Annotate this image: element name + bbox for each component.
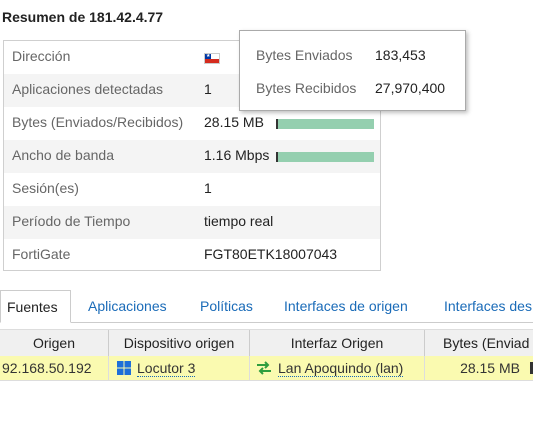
summary-row-bandwidth: Ancho de banda 1.16 Mbps — [4, 140, 380, 173]
summary-row-fortigate: FortiGate FGT80ETK18007043 — [4, 239, 380, 272]
table-row[interactable]: 92.168.50.192 Locutor 3 Lan Apoquindo (l… — [0, 356, 533, 381]
summary-row-sessions: Sesión(es) 1 — [4, 173, 380, 206]
bytes-received-label: Bytes Recibidos — [256, 80, 357, 96]
summary-label: Período de Tiempo — [12, 213, 131, 229]
summary-value: 1 — [204, 180, 212, 196]
windows-icon — [117, 361, 131, 375]
tab-politicas[interactable]: Políticas — [192, 290, 261, 322]
summary-label: FortiGate — [12, 246, 71, 262]
summary-row-bytes: Bytes (Enviados/Recibidos) 28.15 MB — [4, 107, 380, 140]
bytes-received-value: 27,970,400 — [375, 80, 446, 96]
tab-interfaces-destino[interactable]: Interfaces des — [436, 290, 533, 322]
summary-value: 1 — [204, 81, 212, 97]
summary-label: Aplicaciones detectadas — [12, 81, 163, 97]
table-header: Origen Dispositivo origen Interfaz Orige… — [0, 329, 533, 357]
chile-flag-icon: ★ — [204, 53, 220, 64]
cell-bytes: 28.15 MB — [460, 360, 520, 376]
summary-label: Ancho de banda — [12, 147, 114, 163]
column-header-interfaz[interactable]: Interfaz Origen — [250, 330, 425, 356]
column-header-bytes[interactable]: Bytes (Enviad — [425, 330, 533, 356]
summary-value: 28.15 MB — [204, 114, 264, 130]
summary-label: Dirección — [12, 48, 71, 64]
bytes-sent-label: Bytes Enviados — [256, 47, 353, 63]
page-title: Resumen de 181.42.4.77 — [2, 9, 164, 25]
tab-fuentes[interactable]: Fuentes — [0, 290, 71, 323]
cell-interfaz: Lan Apoquindo (lan) — [250, 356, 425, 380]
summary-row-period: Período de Tiempo tiempo real — [4, 206, 380, 239]
summary-label: Bytes (Enviados/Recibidos) — [12, 114, 184, 130]
interface-arrows-icon — [257, 361, 271, 375]
summary-label: Sesión(es) — [12, 180, 79, 196]
interface-link[interactable]: Lan Apoquindo (lan) — [278, 360, 404, 377]
column-header-origen[interactable]: Origen — [0, 330, 109, 356]
summary-value: FGT80ETK18007043 — [204, 246, 338, 262]
tab-interfaces-origen[interactable]: Interfaces de origen — [276, 290, 416, 322]
cell-origen: 92.168.50.192 — [0, 356, 109, 380]
bytes-bar[interactable] — [276, 119, 374, 129]
device-link[interactable]: Locutor 3 — [137, 360, 196, 377]
bandwidth-bar — [276, 152, 374, 162]
bytes-sent-value: 183,453 — [375, 47, 426, 63]
column-header-dispositivo[interactable]: Dispositivo origen — [109, 330, 250, 356]
cell-dispositivo: Locutor 3 — [109, 356, 250, 380]
summary-value: tiempo real — [204, 213, 274, 229]
bytes-tooltip: Bytes Enviados 183,453 Bytes Recibidos 2… — [239, 30, 466, 111]
summary-value: 1.16 Mbps — [204, 147, 270, 163]
tab-aplicaciones[interactable]: Aplicaciones — [80, 290, 175, 322]
tab-bar: Fuentes Aplicaciones Políticas Interface… — [0, 290, 533, 323]
